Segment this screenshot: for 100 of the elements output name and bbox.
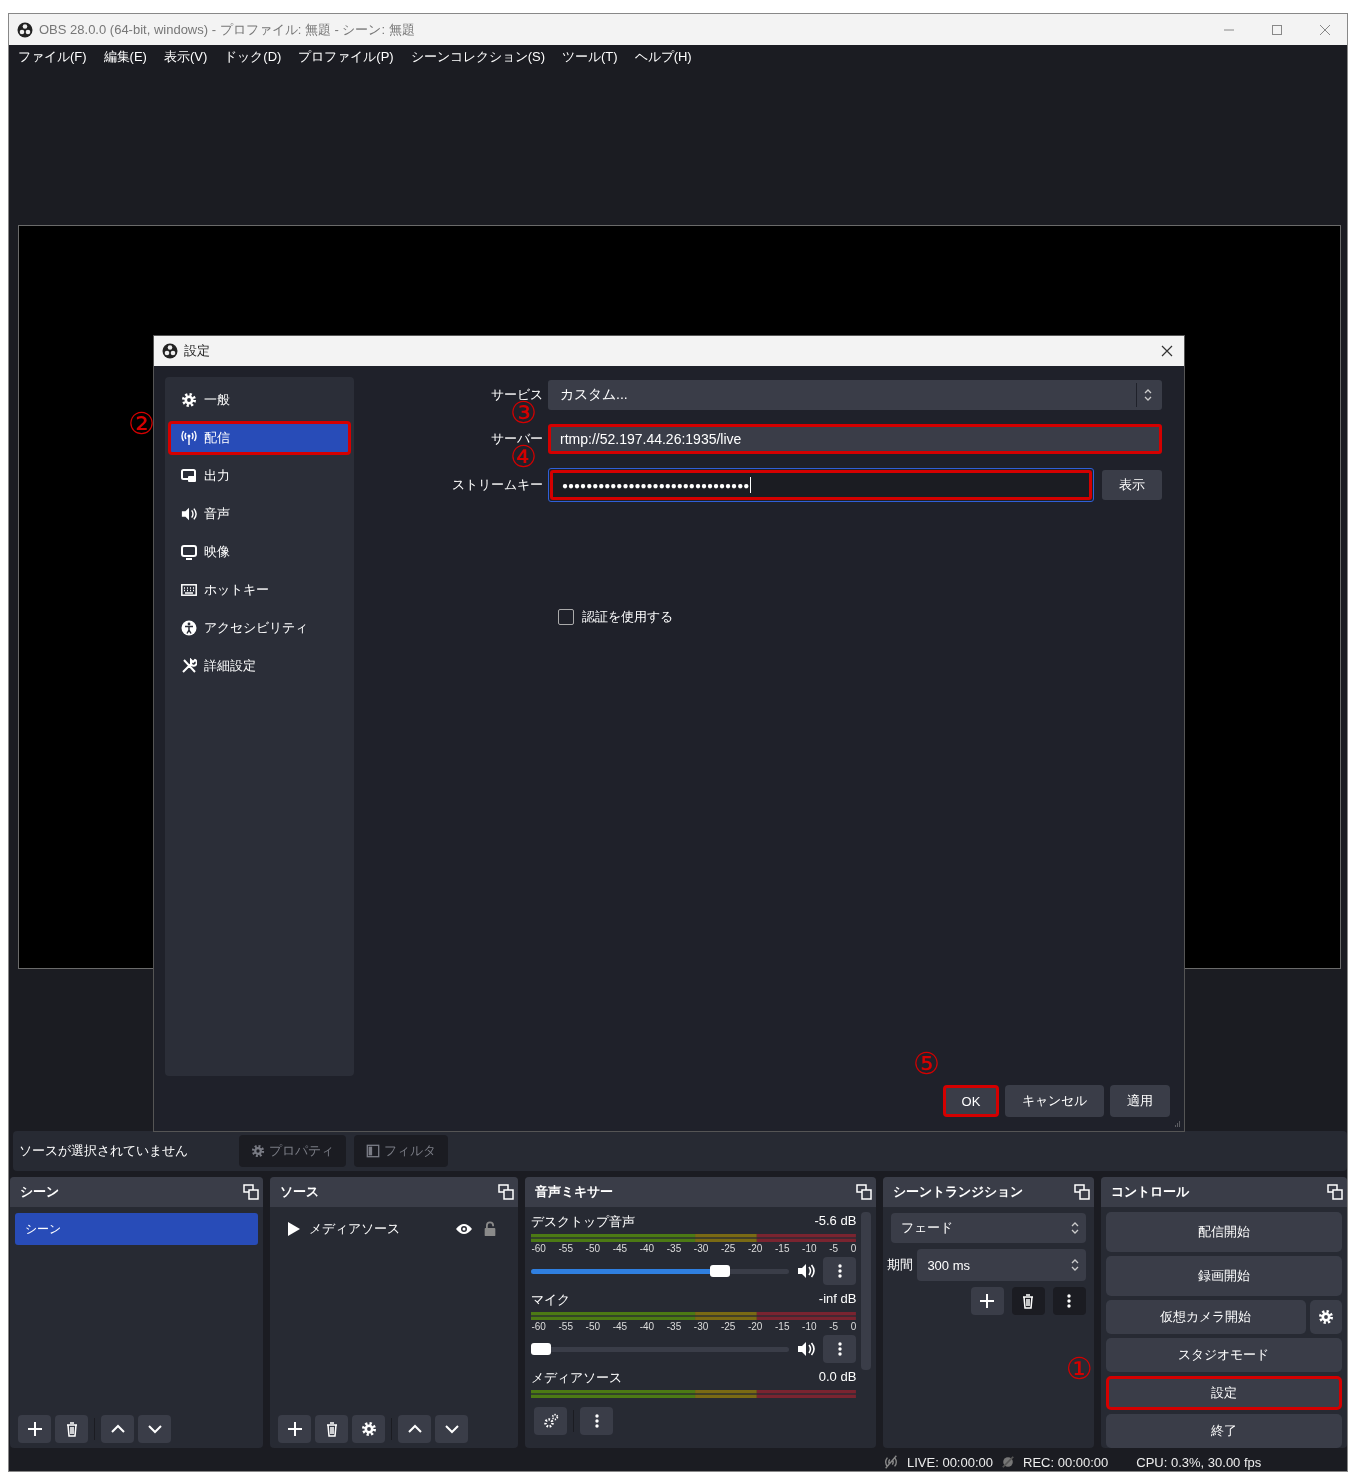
source-item[interactable]: メディアソース xyxy=(309,1220,448,1238)
window-title: OBS 28.0.0 (64-bit, windows) - プロファイル: 無題 - シーン: 無題 xyxy=(39,20,415,39)
move-up-button[interactable] xyxy=(398,1415,432,1443)
speaker-icon[interactable] xyxy=(797,1341,816,1357)
field-label: ストリームキー xyxy=(451,476,543,494)
panel-title: シーントランジション xyxy=(893,1183,1024,1201)
delete-button[interactable] xyxy=(1011,1287,1045,1315)
nav-item[interactable]: 音声 xyxy=(168,497,351,531)
dialog-title: 設定 xyxy=(184,342,210,360)
scale-label: -35 xyxy=(666,1321,682,1332)
more-button[interactable] xyxy=(1052,1287,1086,1315)
menu-item[interactable]: プロファイル(P) xyxy=(298,48,394,66)
undock-icon[interactable] xyxy=(1327,1184,1343,1200)
undock-icon[interactable] xyxy=(856,1184,873,1200)
more-button[interactable] xyxy=(580,1407,614,1435)
scale-label: -20 xyxy=(747,1321,763,1332)
delete-button[interactable] xyxy=(55,1415,88,1443)
settings-button[interactable] xyxy=(1310,1300,1342,1334)
dialog-button[interactable]: 適用 xyxy=(1110,1085,1170,1117)
close-icon[interactable] xyxy=(1161,345,1173,357)
move-down-button[interactable] xyxy=(435,1415,469,1443)
scale-label: -5 xyxy=(829,1321,839,1332)
stream-key-field[interactable]: ●●●●●●●●●●●●●●●●●●●●●●●●●●●●●●● xyxy=(550,470,1092,500)
nav-item[interactable]: 詳細設定 xyxy=(168,649,351,683)
menu-item[interactable]: シーンコレクション(S) xyxy=(410,48,546,66)
scale-label: -55 xyxy=(558,1243,573,1254)
undock-icon[interactable] xyxy=(1073,1184,1090,1200)
scale-label: -45 xyxy=(612,1321,628,1332)
up-down-icon xyxy=(1069,1257,1080,1273)
scale-label: -40 xyxy=(639,1243,655,1254)
menu-item[interactable]: ツール(T) xyxy=(562,48,618,66)
more-button[interactable] xyxy=(823,1335,857,1363)
undock-icon[interactable] xyxy=(243,1184,260,1200)
volume-slider[interactable] xyxy=(531,1343,790,1355)
antenna-icon xyxy=(181,430,197,446)
more-dots-icon xyxy=(1067,1294,1072,1308)
advanced-audio-button[interactable] xyxy=(534,1407,568,1435)
up-down-icon xyxy=(1069,1220,1080,1236)
slider-thumb[interactable] xyxy=(531,1343,552,1355)
move-down-button[interactable] xyxy=(138,1415,171,1443)
control-button[interactable]: 設定 xyxy=(1105,1376,1342,1410)
plus-icon xyxy=(26,1421,43,1437)
delete-button[interactable] xyxy=(315,1415,349,1443)
nav-item[interactable]: ホットキー xyxy=(168,573,351,607)
scale-label: -35 xyxy=(666,1243,682,1254)
menu-item[interactable]: ドック(D) xyxy=(224,48,282,66)
resize-grip-icon xyxy=(1173,1120,1181,1128)
control-button[interactable]: スタジオモード xyxy=(1105,1338,1342,1372)
move-up-button[interactable] xyxy=(101,1415,134,1443)
dialog-button[interactable]: OK xyxy=(943,1085,999,1117)
scale-label: -10 xyxy=(802,1321,817,1332)
settings-button[interactable] xyxy=(352,1415,386,1443)
scale-label: -20 xyxy=(747,1243,763,1254)
panel-title: シーン xyxy=(20,1183,59,1201)
menu-item[interactable]: ヘルプ(H) xyxy=(634,48,692,66)
output-icon xyxy=(181,468,197,484)
add-button[interactable] xyxy=(970,1287,1004,1315)
dialog-button[interactable]: キャンセル xyxy=(1005,1085,1104,1117)
scale-label: -10 xyxy=(802,1243,817,1254)
field-label: サービス xyxy=(490,386,543,402)
undock-icon[interactable] xyxy=(498,1184,515,1200)
plus-icon xyxy=(979,1293,996,1309)
nav-item[interactable]: 一般 xyxy=(168,383,351,417)
live-status: LIVE: 00:00:00 xyxy=(907,1454,993,1470)
scene-item[interactable]: シーン xyxy=(15,1213,259,1245)
nav-item[interactable]: アクセシビリティ xyxy=(168,611,351,645)
transition-select[interactable]: フェード xyxy=(891,1213,1086,1243)
menu-item[interactable]: 編集(E) xyxy=(103,48,147,66)
menu-item[interactable]: 表示(V) xyxy=(163,48,208,66)
control-button[interactable]: 仮想カメラ開始 xyxy=(1105,1300,1306,1334)
slider-thumb[interactable] xyxy=(709,1265,730,1277)
show-button[interactable]: 表示 xyxy=(1102,470,1162,500)
more-button[interactable] xyxy=(823,1257,857,1285)
control-button[interactable]: 配信開始 xyxy=(1105,1212,1342,1252)
menu-item[interactable]: ファイル(F) xyxy=(18,48,87,66)
nav-item[interactable]: 配信 xyxy=(168,421,351,455)
maximize-icon[interactable] xyxy=(1271,23,1283,36)
gear-icon xyxy=(1318,1309,1334,1325)
scale-label: -40 xyxy=(639,1321,655,1332)
service-select[interactable]: カスタム... xyxy=(548,380,1162,410)
eye-icon[interactable] xyxy=(455,1221,474,1237)
panel-title: ソース xyxy=(280,1183,320,1201)
speaker-icon xyxy=(181,506,197,522)
callout-number: ⑤ xyxy=(913,1049,940,1079)
checkbox-label: 認証を使用する xyxy=(582,608,673,626)
volume-slider[interactable] xyxy=(531,1265,790,1277)
checkbox[interactable] xyxy=(558,609,574,625)
speaker-icon[interactable] xyxy=(797,1263,816,1279)
nav-item[interactable]: 映像 xyxy=(168,535,351,569)
nav-item[interactable]: 出力 xyxy=(168,459,351,493)
add-button[interactable] xyxy=(18,1415,51,1443)
scale-label: -25 xyxy=(720,1243,736,1254)
accessibility-icon xyxy=(181,620,197,636)
gear-icon xyxy=(360,1421,377,1437)
add-button[interactable] xyxy=(278,1415,312,1443)
duration-field[interactable]: 300 ms xyxy=(917,1249,1086,1281)
control-button[interactable]: 終了 xyxy=(1105,1414,1342,1448)
play-icon xyxy=(285,1221,302,1237)
control-button[interactable]: 録画開始 xyxy=(1105,1256,1342,1296)
server-field[interactable]: rtmp://52.197.44.26:1935/live xyxy=(548,424,1162,454)
